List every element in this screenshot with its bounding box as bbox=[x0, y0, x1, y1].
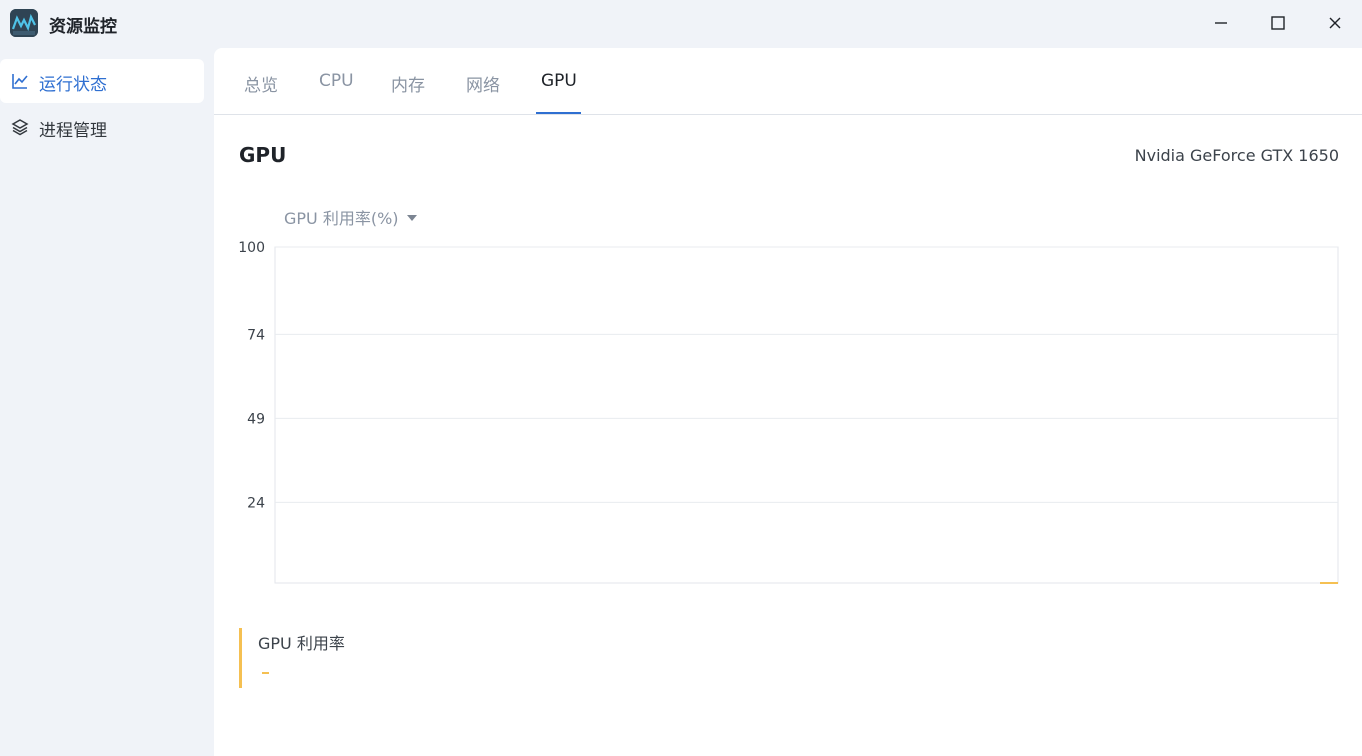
minimize-button[interactable] bbox=[1208, 10, 1234, 36]
legend-card: GPU 利用率 bbox=[239, 628, 539, 688]
gpu-usage-chart: 100 74 49 24 bbox=[238, 240, 1339, 584]
layers-icon bbox=[11, 119, 29, 136]
sidebar: 运行状态 进程管理 bbox=[0, 48, 214, 756]
tab-memory[interactable]: 内存 bbox=[391, 71, 425, 96]
sidebar-item-label: 进程管理 bbox=[39, 121, 107, 141]
legend-label: GPU 利用率 bbox=[258, 634, 345, 653]
maximize-button[interactable] bbox=[1265, 10, 1291, 36]
tab-overview[interactable]: 总览 bbox=[244, 71, 278, 96]
gpu-model-name: Nvidia GeForce GTX 1650 bbox=[1134, 146, 1339, 165]
metric-dropdown[interactable]: GPU 利用率(%) bbox=[284, 205, 417, 229]
legend-value bbox=[262, 672, 269, 674]
app-title: 资源监控 bbox=[49, 17, 117, 37]
y-tick-label: 24 bbox=[247, 495, 265, 511]
chevron-down-icon bbox=[406, 215, 417, 221]
tab-gpu[interactable]: GPU bbox=[541, 71, 577, 91]
tab-cpu[interactable]: CPU bbox=[319, 71, 354, 91]
app-logo-icon bbox=[10, 9, 38, 37]
tab-bar: 总览 CPU 内存 网络 GPU bbox=[214, 48, 1362, 115]
close-button[interactable] bbox=[1322, 10, 1348, 36]
close-icon bbox=[1329, 17, 1341, 29]
main-panel: 总览 CPU 内存 网络 GPU GPU Nvidia GeForce GTX … bbox=[214, 48, 1362, 756]
sidebar-item-label: 运行状态 bbox=[39, 75, 107, 95]
sidebar-item-status[interactable]: 运行状态 bbox=[0, 59, 204, 103]
title-bar: 资源监控 bbox=[0, 0, 1362, 48]
plot-area bbox=[274, 246, 1339, 584]
tab-network[interactable]: 网络 bbox=[466, 71, 500, 96]
sidebar-item-process[interactable]: 进程管理 bbox=[0, 105, 204, 149]
active-tab-indicator bbox=[536, 112, 581, 114]
minimize-icon bbox=[1215, 22, 1227, 24]
y-tick-label: 49 bbox=[247, 411, 265, 427]
y-tick-label: 74 bbox=[247, 327, 265, 343]
line-chart-icon bbox=[12, 74, 28, 89]
y-tick-label: 100 bbox=[238, 240, 265, 256]
metric-dropdown-label: GPU 利用率(%) bbox=[284, 209, 399, 228]
maximize-icon bbox=[1271, 16, 1285, 30]
gpu-section-title: GPU bbox=[239, 143, 287, 167]
